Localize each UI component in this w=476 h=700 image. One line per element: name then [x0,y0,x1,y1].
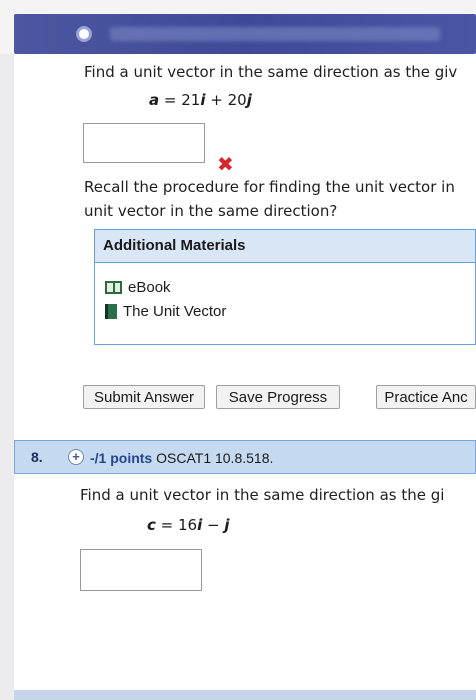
hint-line-1: Recall the procedure for finding the uni… [84,178,455,196]
question-8-header: 8. + -/1 points OSCAT1 10.8.518. [14,440,476,474]
eq-plus: + 20 [205,91,247,109]
hint-line-2: unit vector in the same direction? [84,202,338,220]
submit-answer-button[interactable]: Submit Answer [83,385,205,409]
ebook-label: eBook [128,279,171,296]
question-7-equation: a = 21i + 20j [149,91,252,109]
points-label: -/1 points [90,450,153,466]
question-8-number: 8. [31,449,43,465]
vector-j: j [246,91,252,109]
vector-c: c [147,516,156,534]
additional-materials-title: Additional Materials [95,230,475,263]
unit-vector-link[interactable]: The Unit Vector [105,303,226,320]
answer-input-q8[interactable] [80,549,202,591]
practice-another-button[interactable]: Practice Anc [376,385,476,409]
status-circle-icon [76,26,92,42]
document-icon [105,304,117,319]
vector-j-8: j [224,516,230,534]
left-gutter [0,54,14,700]
incorrect-x-icon: ✖ [217,152,234,176]
eq-part: = 21 [159,91,201,109]
question-7-prompt: Find a unit vector in the same direction… [84,63,458,81]
save-progress-button[interactable]: Save Progress [216,385,340,409]
question-code: OSCAT1 10.8.518. [156,450,274,466]
ebook-link[interactable]: eBook [105,279,171,296]
ebook-icon [105,281,122,294]
answer-input-q7[interactable] [83,123,205,163]
expand-plus-icon[interactable]: + [68,449,84,465]
additional-materials-panel: Additional Materials eBook The Unit Vect… [94,229,476,345]
blurred-header-text [110,27,440,41]
question-8-points: -/1 points OSCAT1 10.8.518. [90,450,273,466]
vector-a: a [149,91,160,109]
question-8-prompt: Find a unit vector in the same direction… [80,486,445,504]
unit-vector-label: The Unit Vector [123,303,227,320]
eq8-part: = 16 [155,516,198,534]
question-8-equation: c = 16i − j [147,516,230,534]
assignment-header-bar [14,14,476,54]
next-question-bar [14,690,476,700]
eq8-minus: − [202,516,225,534]
